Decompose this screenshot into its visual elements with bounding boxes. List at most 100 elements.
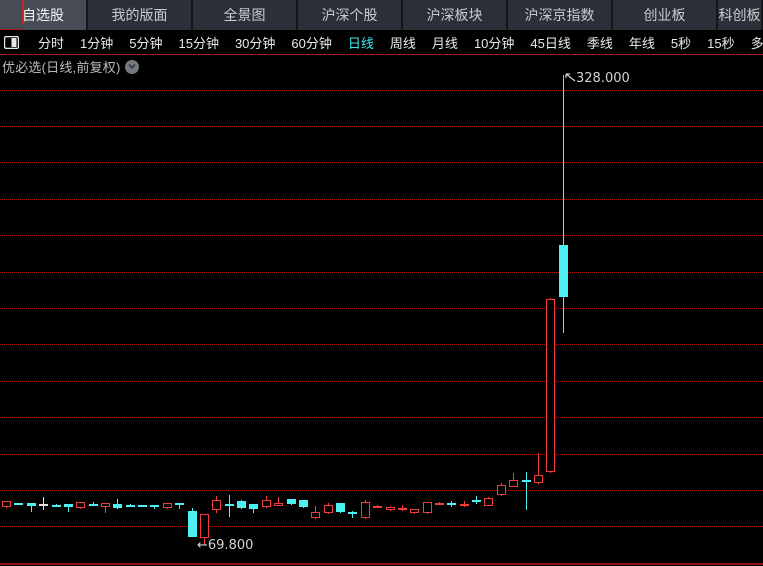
- chart-title-row: 优必选(日线,前复权): [2, 57, 139, 76]
- candle-body: [175, 503, 184, 505]
- candle-body: [200, 514, 209, 538]
- candle-body: [262, 500, 271, 507]
- candle-body: [138, 505, 147, 507]
- gridline-140: [0, 417, 763, 418]
- candle-body: [447, 503, 456, 505]
- candle-body: [410, 509, 419, 513]
- period-button-3[interactable]: 5分钟: [121, 33, 170, 52]
- period-button-14[interactable]: 5秒: [663, 33, 699, 52]
- candle-body: [386, 507, 395, 510]
- chart-title: 优必选(日线,前复权): [2, 57, 120, 76]
- candle-body: [423, 502, 432, 513]
- candle-wick: [526, 472, 527, 510]
- period-button-10[interactable]: 10分钟: [466, 33, 522, 52]
- candle-body: [101, 503, 110, 507]
- candle-body: [336, 503, 345, 512]
- period-button-6[interactable]: 60分钟: [283, 33, 339, 52]
- gridline-300: [0, 126, 763, 127]
- gridline-260: [0, 199, 763, 200]
- period-button-12[interactable]: 季线: [579, 33, 621, 52]
- candle-body: [559, 245, 568, 297]
- candle-body: [2, 501, 11, 507]
- chevron-down-icon[interactable]: [125, 60, 139, 74]
- candle-body: [274, 503, 283, 506]
- period-button-group: 分时1分钟5分钟15分钟30分钟60分钟日线周线月线10分钟45日线季线年线5秒…: [22, 33, 763, 52]
- low-price-label: ←69.800: [197, 538, 253, 553]
- candle-body: [311, 512, 320, 518]
- candle-body: [237, 501, 246, 508]
- candle-body: [435, 503, 444, 505]
- period-button-8[interactable]: 周线: [382, 33, 424, 52]
- candle-body: [324, 505, 333, 513]
- candle-body: [64, 504, 73, 507]
- gridline-280: [0, 162, 763, 163]
- candle-body: [14, 503, 23, 505]
- toolbar-red-divider: [22, 0, 24, 24]
- tab-5[interactable]: 沪深板块: [403, 0, 508, 30]
- candle-body: [76, 502, 85, 508]
- candle-body: [27, 503, 36, 506]
- tab-4[interactable]: 沪深个股: [298, 0, 403, 30]
- toolbar-red-top-stub: [0, 29, 24, 30]
- gridline-80: [0, 526, 763, 527]
- panel-bottom-border: [0, 563, 763, 565]
- tab-2[interactable]: 我的版面: [88, 0, 193, 30]
- period-button-16[interactable]: 多周期: [743, 33, 763, 52]
- high-price-annotation: 328.000: [565, 71, 630, 86]
- candle-body: [460, 504, 469, 506]
- tab-1[interactable]: 自选股: [0, 0, 88, 30]
- candle-body: [113, 504, 122, 508]
- gridline-220: [0, 272, 763, 273]
- gridline-320: [0, 90, 763, 91]
- candle-wick: [229, 495, 230, 517]
- gridline-160: [0, 381, 763, 382]
- candle-body: [484, 498, 493, 506]
- candle-body: [299, 500, 308, 507]
- candle-body: [522, 480, 531, 482]
- candle-body: [534, 475, 543, 483]
- period-button-7[interactable]: 日线: [340, 33, 382, 52]
- candle-body: [163, 503, 172, 508]
- period-button-13[interactable]: 年线: [621, 33, 663, 52]
- stock-app-window: 自选股我的版面全景图沪深个股沪深板块沪深京指数创业板科创板 分时1分钟5分钟15…: [0, 0, 763, 566]
- tab-7[interactable]: 创业板: [613, 0, 718, 30]
- candle-body: [126, 505, 135, 507]
- period-button-5[interactable]: 30分钟: [227, 33, 283, 52]
- period-button-4[interactable]: 15分钟: [170, 33, 226, 52]
- candle-body: [287, 499, 296, 504]
- candle-body: [361, 502, 370, 518]
- candle-body: [212, 500, 221, 510]
- low-price-annotation: ←69.800: [197, 538, 253, 553]
- gridline-200: [0, 308, 763, 309]
- tab-6[interactable]: 沪深京指数: [508, 0, 613, 30]
- tab-3[interactable]: 全景图: [193, 0, 298, 30]
- gridline-100: [0, 490, 763, 491]
- period-button-15[interactable]: 15秒: [699, 33, 742, 52]
- period-button-2[interactable]: 1分钟: [72, 33, 121, 52]
- period-toolbar: 分时1分钟5分钟15分钟30分钟60分钟日线周线月线10分钟45日线季线年线5秒…: [0, 30, 763, 54]
- gridline-180: [0, 344, 763, 345]
- top-tab-bar: 自选股我的版面全景图沪深个股沪深板块沪深京指数创业板科创板: [0, 0, 763, 30]
- candle-body: [509, 480, 518, 487]
- candle-body: [348, 512, 357, 514]
- candle-body: [225, 504, 234, 506]
- period-button-1[interactable]: 分时: [30, 33, 72, 52]
- gridline-240: [0, 235, 763, 236]
- gridline-120: [0, 454, 763, 455]
- candlestick-chart-canvas[interactable]: 优必选(日线,前复权) 328.000 ←69.800: [0, 55, 763, 563]
- candle-body: [249, 504, 258, 509]
- candle-body: [472, 500, 481, 502]
- split-screen-icon[interactable]: [0, 30, 22, 54]
- candle-body: [497, 485, 506, 495]
- tab-8[interactable]: 科创板: [718, 0, 763, 30]
- candle-body: [89, 504, 98, 506]
- candle-body: [188, 511, 197, 537]
- high-price-label: 328.000: [576, 71, 630, 86]
- candle-body: [546, 299, 555, 472]
- candle-body: [39, 504, 48, 506]
- period-button-11[interactable]: 45日线: [522, 33, 578, 52]
- candle-body: [373, 506, 382, 508]
- candle-body: [398, 508, 407, 510]
- candle-body: [150, 505, 159, 507]
- period-button-9[interactable]: 月线: [424, 33, 466, 52]
